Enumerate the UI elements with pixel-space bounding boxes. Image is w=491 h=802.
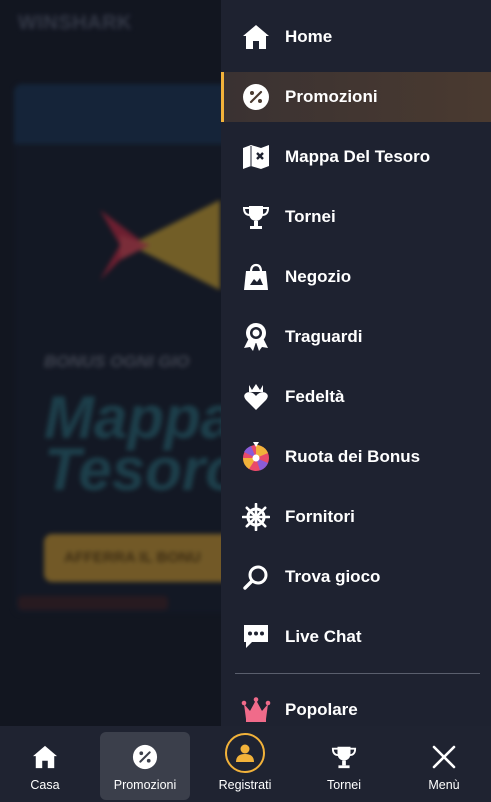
- crown-icon: [241, 695, 271, 725]
- nav-label: Tornei: [326, 778, 362, 792]
- menu-item-label: Ruota dei Bonus: [285, 447, 421, 466]
- menu-item-label: Negozio: [285, 267, 352, 286]
- bottom-navigation: Casa Promozioni Registrati Tornei Menù: [0, 726, 491, 802]
- nav-promozioni[interactable]: Promozioni: [100, 726, 190, 802]
- menu-item-label: Promozioni: [285, 87, 378, 106]
- nav-label: Registrati: [218, 778, 272, 792]
- home-icon: [32, 742, 58, 772]
- chat-icon: [241, 622, 271, 652]
- menu-item-label: Popolare: [285, 700, 358, 719]
- menu-item-label: Mappa Del Tesoro: [285, 147, 431, 166]
- nav-casa[interactable]: Casa: [15, 726, 75, 802]
- nav-label: Casa: [30, 778, 60, 792]
- nav-label: Promozioni: [113, 778, 177, 792]
- menu-item-fedelta[interactable]: Fedeltà: [221, 372, 491, 422]
- user-icon: [225, 733, 265, 773]
- trophy-icon: [241, 202, 271, 232]
- side-menu: Home Promozioni Mappa Del Tesoro Tornei …: [221, 0, 491, 726]
- ship-wheel-icon: [241, 502, 271, 532]
- menu-item-fornitori[interactable]: Fornitori: [221, 492, 491, 542]
- nav-tornei[interactable]: Tornei: [314, 726, 374, 802]
- menu-item-popolare[interactable]: Popolare: [221, 685, 491, 726]
- menu-item-mappa-del-tesoro[interactable]: Mappa Del Tesoro: [221, 132, 491, 182]
- map-icon: [241, 142, 271, 172]
- search-icon: [241, 562, 271, 592]
- register-icon-wrap: [225, 733, 265, 773]
- nav-menu[interactable]: Menù: [414, 726, 474, 802]
- percent-icon: [132, 742, 158, 772]
- menu-item-home[interactable]: Home: [221, 12, 491, 62]
- menu-item-label: Fedeltà: [285, 387, 345, 406]
- shopping-bag-icon: [241, 262, 271, 292]
- nav-label: Menù: [428, 778, 460, 792]
- menu-item-ruota-dei-bonus[interactable]: Ruota dei Bonus: [221, 432, 491, 482]
- menu-item-label: Fornitori: [285, 507, 355, 526]
- wheel-icon: [241, 442, 271, 472]
- menu-item-label: Home: [285, 27, 333, 46]
- nav-registrati[interactable]: Registrati: [210, 726, 280, 802]
- menu-item-promozioni[interactable]: Promozioni: [221, 72, 491, 122]
- menu-item-live-chat[interactable]: Live Chat: [221, 612, 491, 662]
- menu-item-label: Tornei: [285, 207, 336, 226]
- menu-item-traguardi[interactable]: Traguardi: [221, 312, 491, 362]
- close-icon: [431, 742, 457, 772]
- menu-item-trova-gioco[interactable]: Trova gioco: [221, 552, 491, 602]
- trophy-icon: [331, 742, 357, 772]
- menu-divider: [235, 673, 480, 674]
- menu-item-negozio[interactable]: Negozio: [221, 252, 491, 302]
- menu-item-tornei[interactable]: Tornei: [221, 192, 491, 242]
- award-icon: [241, 322, 271, 352]
- menu-item-label: Live Chat: [285, 627, 362, 646]
- percent-icon: [241, 82, 271, 112]
- menu-item-label: Traguardi: [285, 327, 363, 346]
- menu-item-label: Trova gioco: [285, 567, 381, 586]
- crown-heart-icon: [241, 382, 271, 412]
- home-icon: [241, 22, 271, 52]
